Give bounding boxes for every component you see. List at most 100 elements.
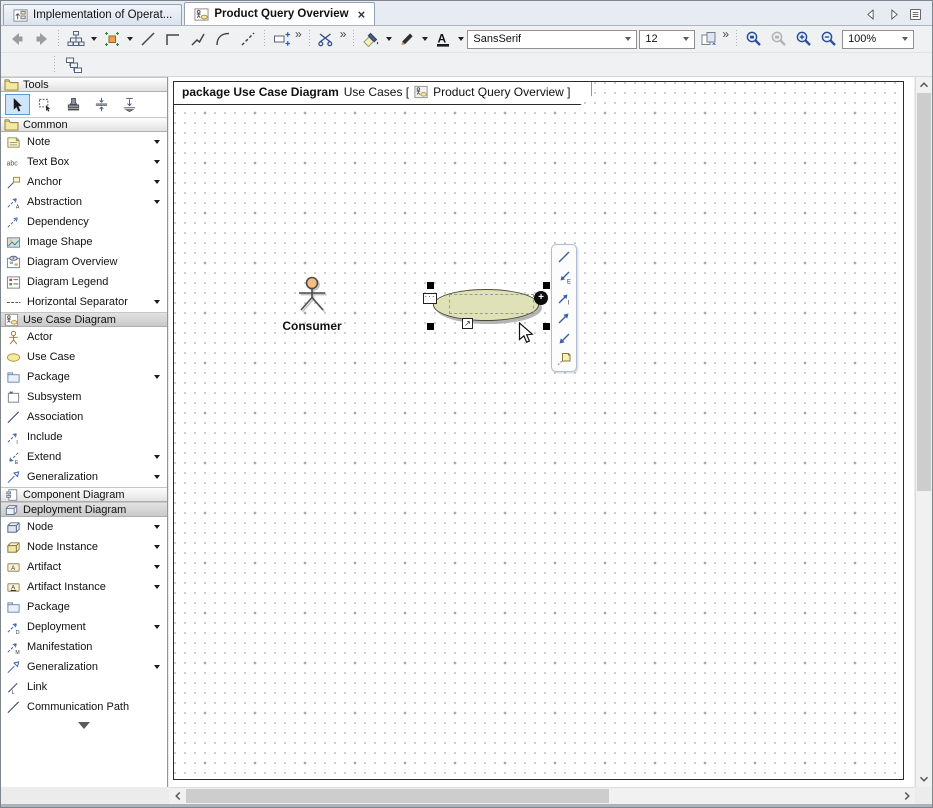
tab-implementation-of-operations[interactable]: Implementation of Operat... xyxy=(3,4,182,25)
scroll-left-button[interactable] xyxy=(169,788,186,804)
marquee-tool-button[interactable] xyxy=(33,94,58,115)
palette-item-manifestation[interactable]: M Manifestation xyxy=(1,637,167,657)
fill-color-button[interactable] xyxy=(359,28,382,50)
dropdown-arrow-icon[interactable] xyxy=(154,180,160,184)
dropdown-arrow-icon[interactable] xyxy=(154,200,160,204)
format-painter-button[interactable] xyxy=(697,28,720,50)
palette-item-diagram-overview[interactable]: Diagram Overview xyxy=(1,252,167,272)
snap-dropdown-icon[interactable] xyxy=(125,28,134,50)
dropdown-arrow-icon[interactable] xyxy=(154,585,160,589)
scroll-up-button[interactable] xyxy=(916,77,932,93)
palette-item-link[interactable]: L Link xyxy=(1,677,167,697)
tab-list-button[interactable] xyxy=(908,7,923,22)
vertical-spread-tool-button[interactable] xyxy=(89,94,114,115)
scroll-down-button[interactable] xyxy=(916,771,932,787)
zoom-level-select[interactable]: 100% xyxy=(842,30,914,49)
dropdown-arrow-icon[interactable] xyxy=(154,525,160,529)
use-case-name-edit-box[interactable] xyxy=(449,294,534,314)
zoom-region-button[interactable] xyxy=(742,28,765,50)
forward-button[interactable] xyxy=(30,28,53,50)
horizontal-scrollbar[interactable] xyxy=(169,787,915,804)
pen-color-dropdown-icon[interactable] xyxy=(420,28,429,50)
line-style-curved-button[interactable] xyxy=(211,28,234,50)
selection-handle-top-right[interactable] xyxy=(543,282,550,289)
cut-button[interactable] xyxy=(315,28,338,50)
select-tool-button[interactable] xyxy=(5,94,30,115)
dropdown-arrow-icon[interactable] xyxy=(154,140,160,144)
tab-product-query-overview[interactable]: Product Query Overview × xyxy=(184,2,375,25)
horizontal-scrollbar-thumb[interactable] xyxy=(186,789,609,803)
structure-tool-button[interactable] xyxy=(62,54,85,76)
overflow-chevron[interactable]: » xyxy=(722,27,729,41)
dropdown-arrow-icon[interactable] xyxy=(154,375,160,379)
font-size-select[interactable]: 12 xyxy=(639,30,695,49)
palette-item-image-shape[interactable]: Image Shape xyxy=(1,232,167,252)
palette-item-deployment[interactable]: D Deployment xyxy=(1,617,167,637)
font-family-select[interactable]: SansSerif xyxy=(467,30,637,49)
diagram-canvas[interactable]: package Use Case Diagram Use Cases [ Pro… xyxy=(169,77,914,787)
font-color-button[interactable]: A xyxy=(431,28,454,50)
palette-item-horizontal-separator[interactable]: Horizontal Separator xyxy=(1,292,167,312)
vertical-scrollbar[interactable] xyxy=(915,77,932,787)
palette-item-node[interactable]: Node xyxy=(1,517,167,537)
tree-layout-button[interactable] xyxy=(64,28,87,50)
palette-item-artifact[interactable]: A Artifact xyxy=(1,557,167,577)
palette-item-actor[interactable]: Actor xyxy=(1,327,167,347)
palette-item-subsystem[interactable]: Subsystem xyxy=(1,387,167,407)
stamp-tool-button[interactable] xyxy=(61,94,86,115)
dropdown-arrow-icon[interactable] xyxy=(154,565,160,569)
dropdown-arrow-icon[interactable] xyxy=(154,625,160,629)
vertical-collapse-tool-button[interactable] xyxy=(117,94,142,115)
dropdown-arrow-icon[interactable] xyxy=(154,455,160,459)
selection-handle-bottom-right[interactable] xyxy=(543,323,550,330)
section-header-deployment-diagram[interactable]: Deployment Diagram xyxy=(1,502,167,517)
overflow-chevron[interactable]: » xyxy=(295,27,302,41)
add-element-button[interactable] xyxy=(534,291,548,305)
palette-item-package[interactable]: Package xyxy=(1,367,167,387)
dropdown-arrow-icon[interactable] xyxy=(154,475,160,479)
extend-handle-button[interactable]: E xyxy=(556,269,573,286)
tab-scroll-right-button[interactable] xyxy=(886,7,901,22)
palette-item-artifact-instance[interactable]: A Artifact Instance xyxy=(1,577,167,597)
vertical-scrollbar-thumb[interactable] xyxy=(917,93,931,491)
snap-button[interactable] xyxy=(100,28,123,50)
autosize-button[interactable] xyxy=(462,318,473,329)
palette-item-diagram-legend[interactable]: Diagram Legend xyxy=(1,272,167,292)
directed-association-handle-button[interactable] xyxy=(556,310,573,327)
palette-item-association[interactable]: Association xyxy=(1,407,167,427)
line-style-dashed-button[interactable] xyxy=(236,28,259,50)
note-anchor-handle-button[interactable] xyxy=(556,351,573,368)
palette-item-communication-path[interactable]: Communication Path xyxy=(1,697,167,717)
section-header-common[interactable]: Common xyxy=(1,117,167,132)
line-style-straight-button[interactable] xyxy=(136,28,159,50)
line-style-oblique-button[interactable] xyxy=(186,28,209,50)
palette-item-include[interactable]: I Include xyxy=(1,427,167,447)
selection-handle-top-left[interactable] xyxy=(427,282,434,289)
palette-item-node-instance[interactable]: Node Instance xyxy=(1,537,167,557)
palette-item-use-case[interactable]: Use Case xyxy=(1,347,167,367)
palette-item-extend[interactable]: E Extend xyxy=(1,447,167,467)
include-handle-button[interactable]: I xyxy=(556,289,573,306)
palette-item-text-box[interactable]: abc Text Box xyxy=(1,152,167,172)
tab-scroll-left-button[interactable] xyxy=(864,7,879,22)
selection-handle-bottom-left[interactable] xyxy=(427,323,434,330)
tree-layout-dropdown-icon[interactable] xyxy=(89,28,98,50)
dropdown-arrow-icon[interactable] xyxy=(154,160,160,164)
dropdown-arrow-icon[interactable] xyxy=(154,665,160,669)
close-icon[interactable]: × xyxy=(358,8,366,21)
dependency-handle-button[interactable] xyxy=(556,330,573,347)
font-color-dropdown-icon[interactable] xyxy=(456,28,465,50)
dropdown-arrow-icon[interactable] xyxy=(154,300,160,304)
line-style-rectilinear-button[interactable] xyxy=(161,28,184,50)
palette-item-dependency[interactable]: Dependency xyxy=(1,212,167,232)
overflow-chevron[interactable]: » xyxy=(340,27,347,41)
association-handle-button[interactable] xyxy=(556,248,573,265)
palette-item-generalization[interactable]: Generalization xyxy=(1,467,167,487)
palette-item-anchor[interactable]: Anchor xyxy=(1,172,167,192)
back-button[interactable] xyxy=(5,28,28,50)
actor-consumer[interactable]: Consumer xyxy=(274,276,350,333)
section-header-tools[interactable]: Tools xyxy=(1,77,167,92)
zoom-in-button[interactable] xyxy=(792,28,815,50)
palette-item-generalization-deployment[interactable]: Generalization xyxy=(1,657,167,677)
zoom-fit-button[interactable] xyxy=(767,28,790,50)
